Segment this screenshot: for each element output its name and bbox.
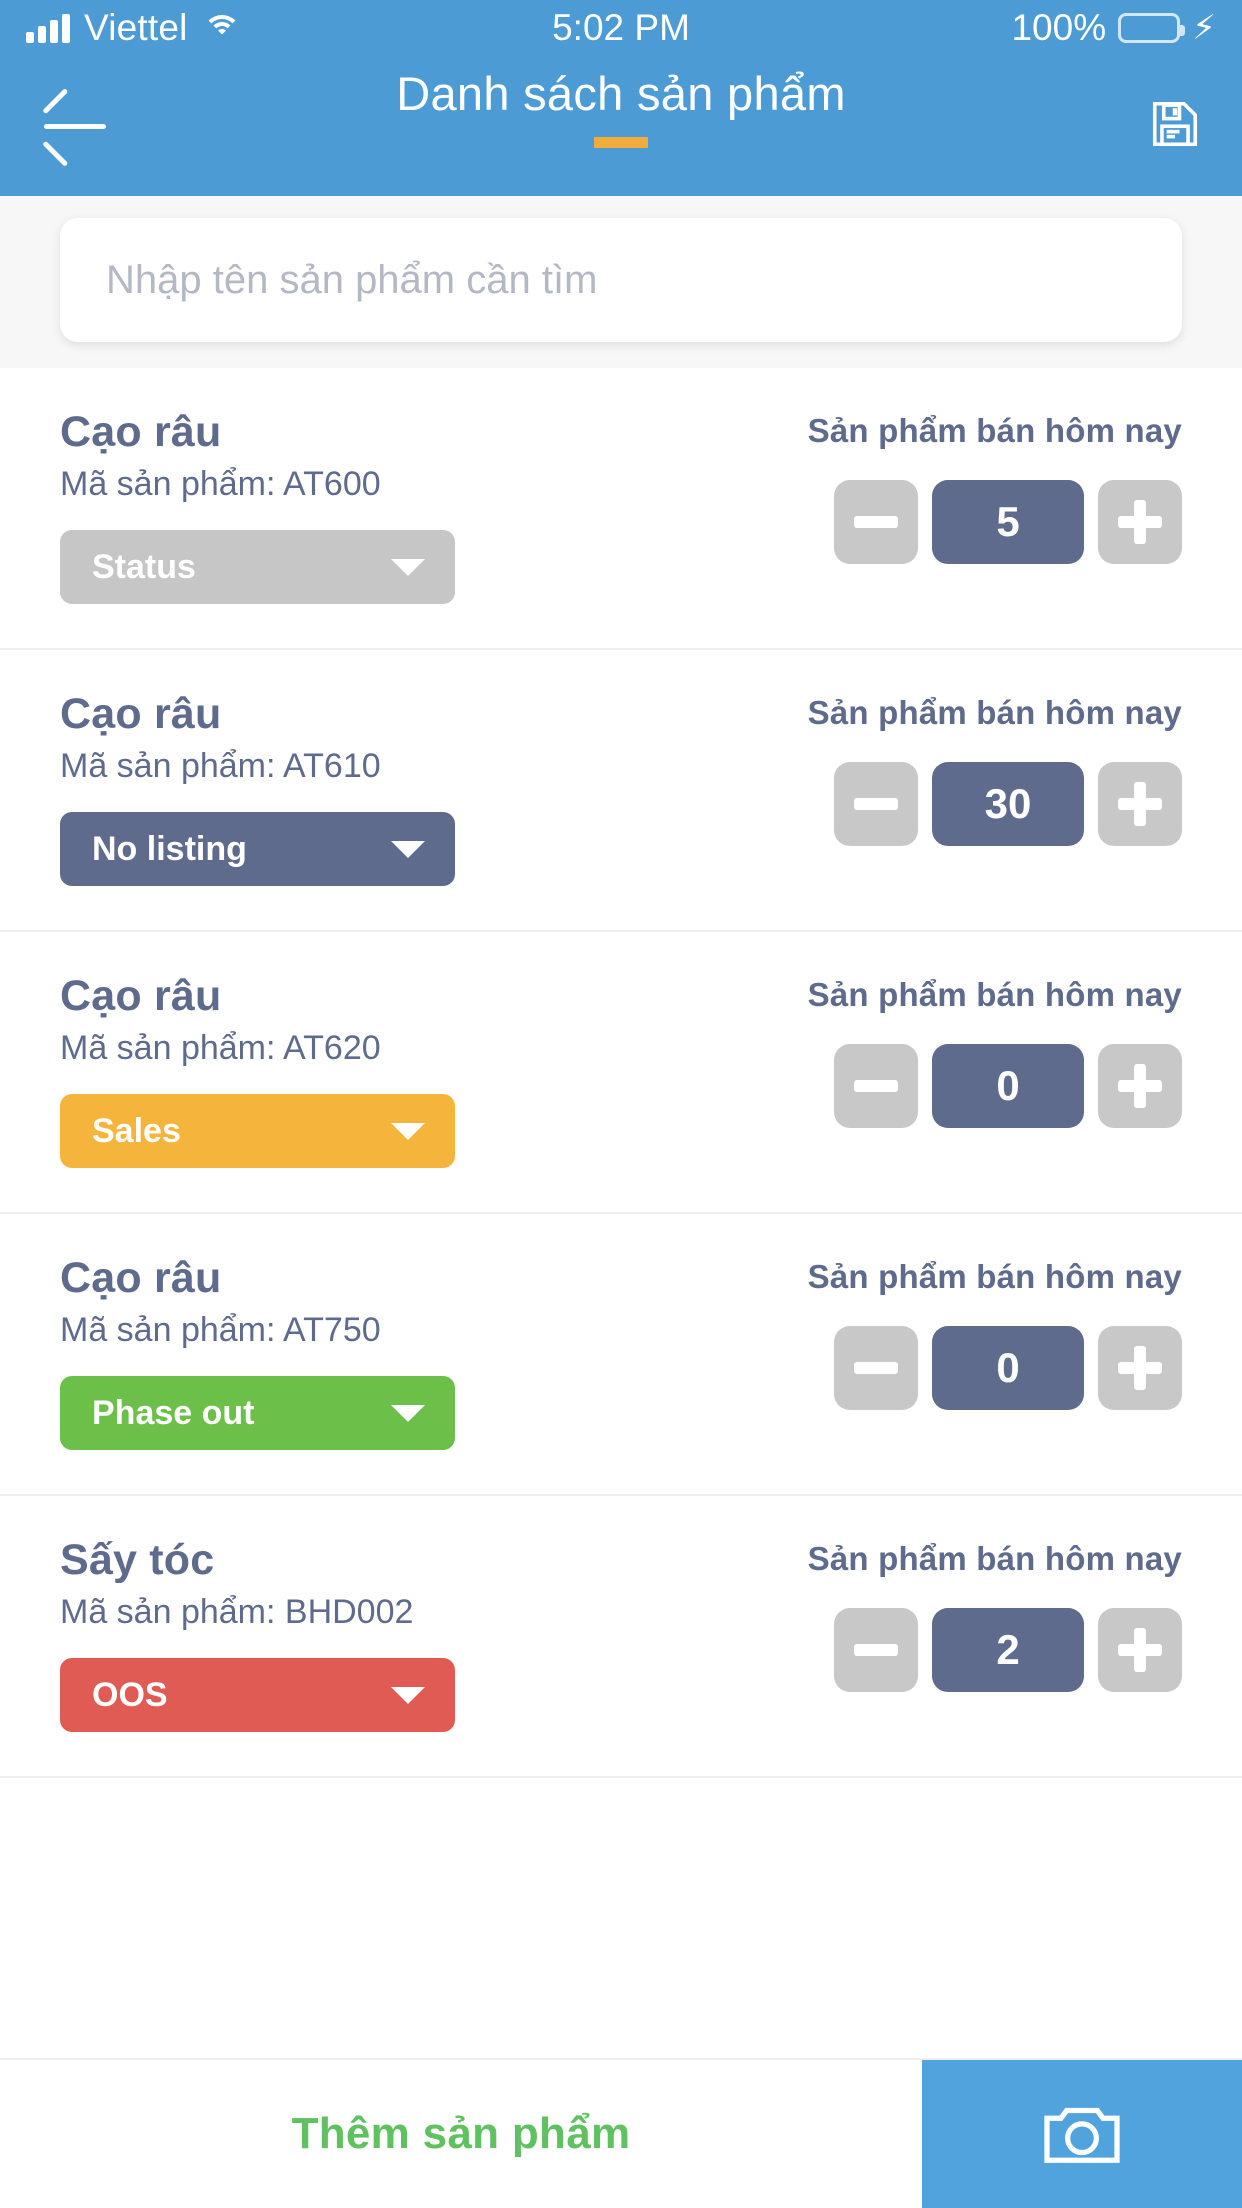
product-info: Cạo râu Mã sản phẩm: AT610 No listing	[60, 690, 643, 886]
status-dropdown[interactable]: Sales	[60, 1094, 455, 1168]
app-screen: Viettel 5:02 PM 100% ⚡ Danh sách sản phẩ…	[0, 0, 1242, 2208]
table-row[interactable]: Cạo râu Mã sản phẩm: AT600 Status Sản ph…	[0, 368, 1242, 650]
product-code: Mã sản phẩm: AT600	[60, 465, 381, 503]
quantity-value[interactable]: 30	[932, 762, 1084, 846]
signal-bars-icon	[26, 13, 70, 43]
search-card[interactable]	[60, 218, 1182, 342]
camera-icon	[1044, 2107, 1120, 2163]
sold-today-label: Sản phẩm bán hôm nay	[807, 1540, 1182, 1577]
plus-icon[interactable]	[1098, 1044, 1182, 1128]
status-dropdown[interactable]: OOS	[60, 1658, 455, 1732]
status-bar-right: 100% ⚡	[1011, 7, 1216, 49]
chevron-down-icon	[391, 558, 425, 576]
search-input[interactable]	[106, 257, 1136, 303]
quantity-section: Sản phẩm bán hôm nay 30	[643, 690, 1182, 846]
table-row[interactable]: Cạo râu Mã sản phẩm: AT750 Phase out Sản…	[0, 1214, 1242, 1496]
quantity-value[interactable]: 0	[932, 1326, 1084, 1410]
camera-button[interactable]	[922, 2060, 1242, 2208]
product-info: Sấy tóc Mã sản phẩm: BHD002 OOS	[60, 1536, 643, 1732]
charging-bolt-icon: ⚡	[1192, 9, 1216, 47]
quantity-value[interactable]: 5	[932, 480, 1084, 564]
product-name: Cạo râu	[60, 690, 222, 738]
chevron-down-icon	[391, 1686, 425, 1704]
bottom-bar: Thêm sản phẩm	[0, 2058, 1242, 2208]
sold-today-label: Sản phẩm bán hôm nay	[807, 694, 1182, 731]
minus-icon[interactable]	[834, 480, 918, 564]
product-name: Cạo râu	[60, 972, 222, 1020]
table-row[interactable]: Sấy tóc Mã sản phẩm: BHD002 OOS Sản phẩm…	[0, 1496, 1242, 1778]
minus-icon[interactable]	[834, 1326, 918, 1410]
save-floppy-icon[interactable]	[1148, 96, 1202, 156]
quantity-value[interactable]: 0	[932, 1044, 1084, 1128]
minus-icon[interactable]	[834, 1608, 918, 1692]
status-label: OOS	[92, 1675, 168, 1714]
plus-icon[interactable]	[1098, 762, 1182, 846]
quantity-section: Sản phẩm bán hôm nay 5	[643, 408, 1182, 564]
status-dropdown[interactable]: Status	[60, 530, 455, 604]
add-product-button[interactable]: Thêm sản phẩm	[0, 2060, 922, 2208]
minus-icon[interactable]	[834, 762, 918, 846]
quantity-stepper[interactable]: 2	[834, 1608, 1182, 1692]
quantity-stepper[interactable]: 0	[834, 1044, 1182, 1128]
product-name: Cạo râu	[60, 408, 222, 456]
product-name: Cạo râu	[60, 1254, 222, 1302]
plus-icon[interactable]	[1098, 480, 1182, 564]
plus-icon[interactable]	[1098, 1608, 1182, 1692]
carrier-label: Viettel	[84, 7, 188, 48]
status-label: Phase out	[92, 1393, 255, 1432]
status-dropdown[interactable]: Phase out	[60, 1376, 455, 1450]
product-info: Cạo râu Mã sản phẩm: AT750 Phase out	[60, 1254, 643, 1450]
status-label: Sales	[92, 1111, 181, 1150]
quantity-value[interactable]: 2	[932, 1608, 1084, 1692]
sold-today-label: Sản phẩm bán hôm nay	[807, 1258, 1182, 1295]
battery-percent-label: 100%	[1011, 7, 1107, 48]
quantity-section: Sản phẩm bán hôm nay 0	[643, 972, 1182, 1128]
status-bar: Viettel 5:02 PM 100% ⚡	[0, 0, 1242, 56]
chevron-down-icon	[391, 1122, 425, 1140]
chevron-down-icon	[391, 1404, 425, 1422]
status-label: No listing	[92, 829, 247, 868]
product-code: Mã sản phẩm: AT610	[60, 747, 381, 785]
page-title-wrap: Danh sách sản phẩm	[0, 66, 1242, 148]
minus-icon[interactable]	[834, 1044, 918, 1128]
quantity-stepper[interactable]: 30	[834, 762, 1182, 846]
status-bar-left: Viettel	[26, 7, 242, 49]
table-row[interactable]: Cạo râu Mã sản phẩm: AT620 Sales Sản phẩ…	[0, 932, 1242, 1214]
status-label: Status	[92, 547, 196, 586]
page-title: Danh sách sản phẩm	[396, 67, 846, 120]
sold-today-label: Sản phẩm bán hôm nay	[807, 976, 1182, 1013]
product-name: Sấy tóc	[60, 1536, 215, 1584]
wifi-icon	[202, 13, 242, 43]
product-code: Mã sản phẩm: AT750	[60, 1311, 381, 1349]
product-info: Cạo râu Mã sản phẩm: AT600 Status	[60, 408, 643, 604]
product-code: Mã sản phẩm: BHD002	[60, 1593, 414, 1631]
app-header: Danh sách sản phẩm	[0, 56, 1242, 196]
product-list: Cạo râu Mã sản phẩm: AT600 Status Sản ph…	[0, 368, 1242, 1778]
sold-today-label: Sản phẩm bán hôm nay	[807, 412, 1182, 449]
chevron-down-icon	[391, 840, 425, 858]
title-underline	[594, 137, 648, 148]
product-code: Mã sản phẩm: AT620	[60, 1029, 381, 1067]
search-section	[0, 196, 1242, 368]
quantity-section: Sản phẩm bán hôm nay 2	[643, 1536, 1182, 1692]
status-dropdown[interactable]: No listing	[60, 812, 455, 886]
product-info: Cạo râu Mã sản phẩm: AT620 Sales	[60, 972, 643, 1168]
quantity-stepper[interactable]: 0	[834, 1326, 1182, 1410]
quantity-stepper[interactable]: 5	[834, 480, 1182, 564]
table-row[interactable]: Cạo râu Mã sản phẩm: AT610 No listing Sả…	[0, 650, 1242, 932]
battery-full-icon	[1118, 13, 1186, 43]
quantity-section: Sản phẩm bán hôm nay 0	[643, 1254, 1182, 1410]
plus-icon[interactable]	[1098, 1326, 1182, 1410]
